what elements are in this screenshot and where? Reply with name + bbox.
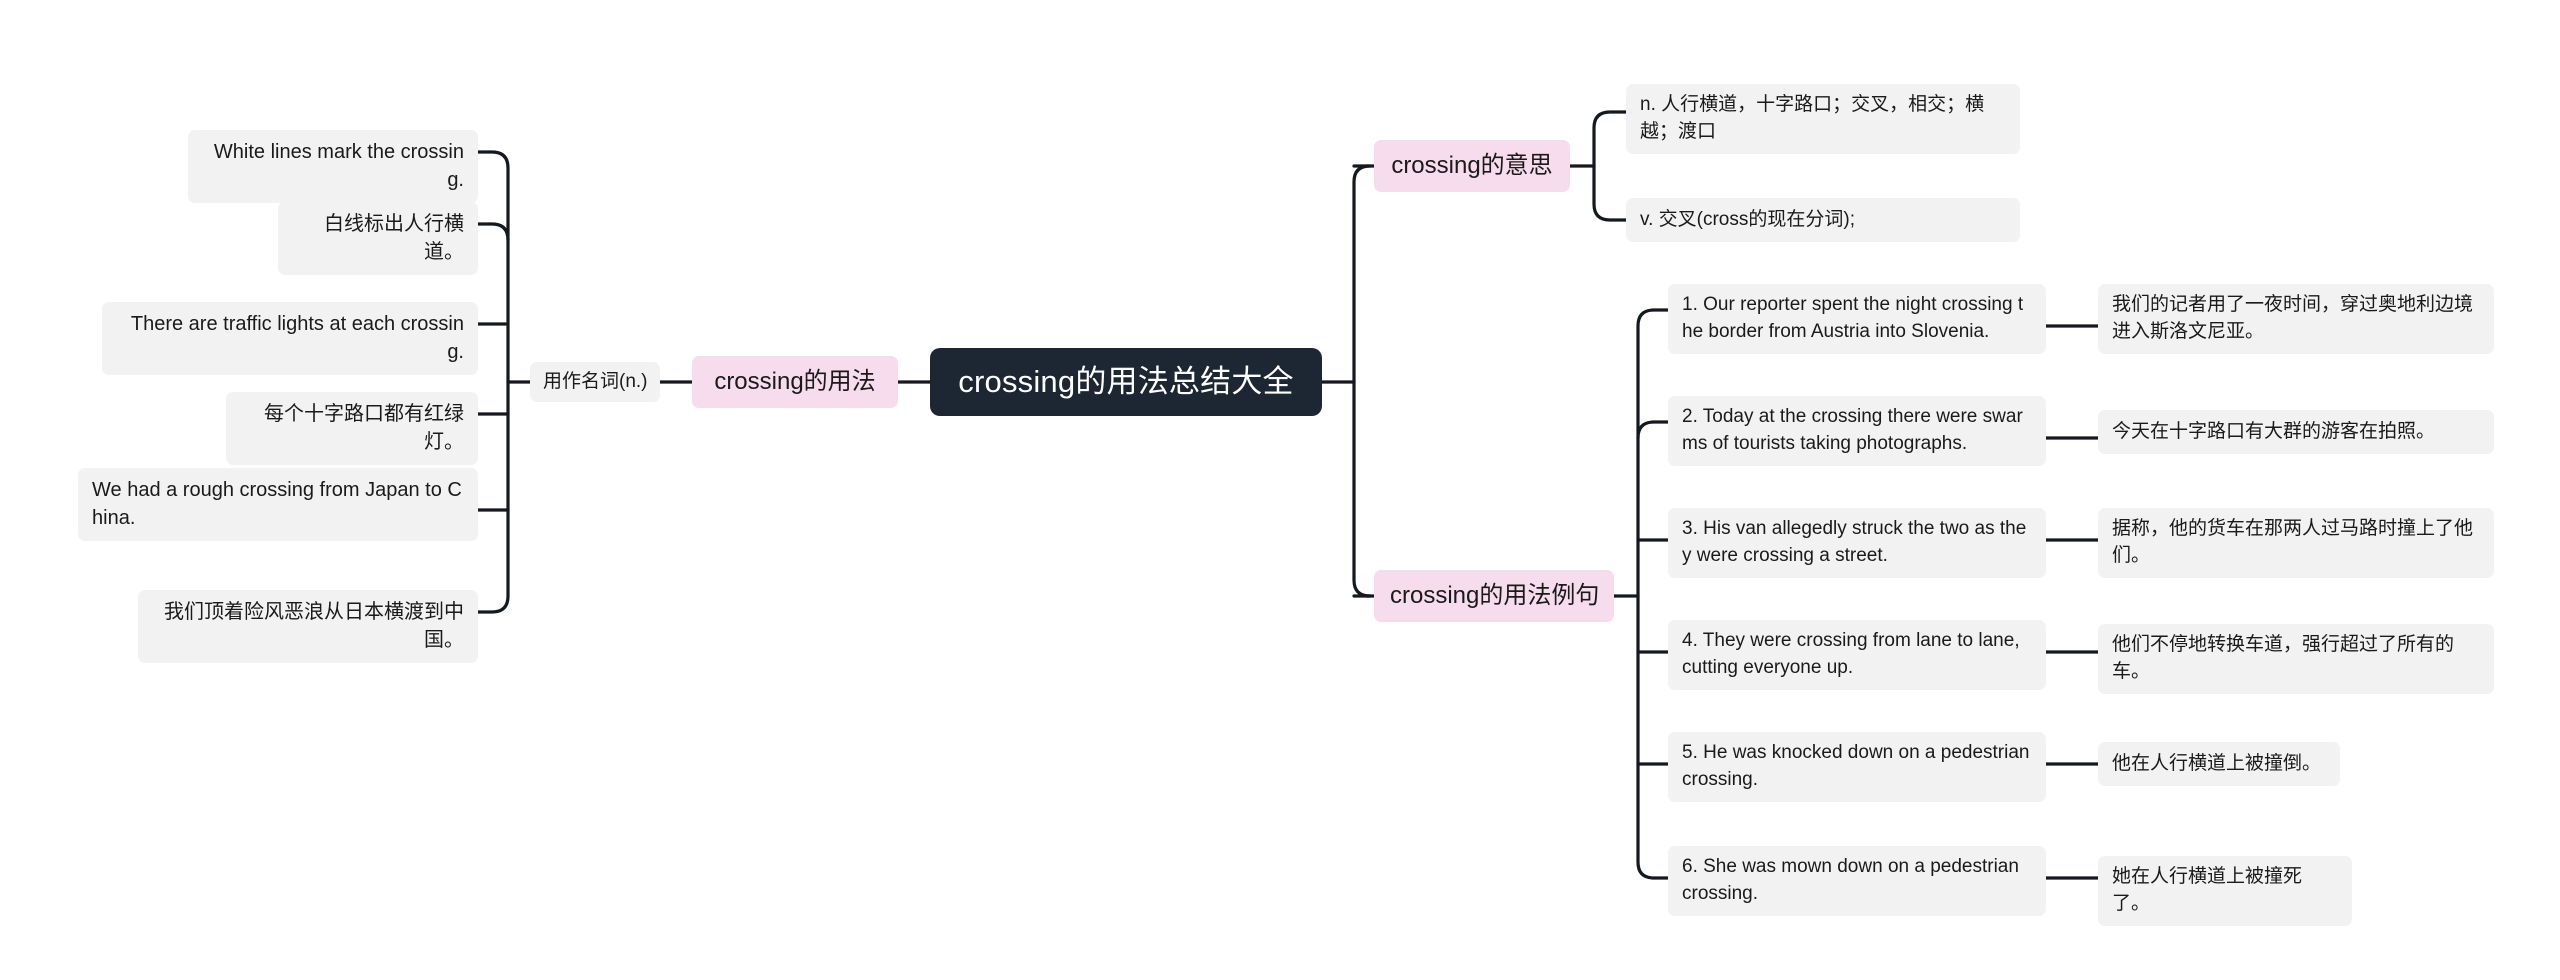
example-node-en-1[interactable]: 1. Our reporter spent the night crossing… bbox=[1668, 284, 2046, 354]
connector-spine-to-examples bbox=[1352, 380, 1372, 598]
example-node-zh-4-text: 他们不停地转换车道，强行超过了所有的车。 bbox=[2112, 634, 2455, 682]
leaf-node-meaning-verb[interactable]: v. 交叉(cross的现在分词); bbox=[1626, 198, 2020, 242]
connector-example-2 bbox=[1636, 420, 1670, 440]
leaf-node-meaning-verb-text: v. 交叉(cross的现在分词); bbox=[1640, 208, 1855, 230]
subbranch-node-noun-usage-label: 用作名词(n.) bbox=[543, 370, 648, 392]
example-node-zh-5[interactable]: 他在人行横道上被撞倒。 bbox=[2098, 742, 2340, 786]
leaf-node-usage-4[interactable]: 每个十字路口都有红绿灯。 bbox=[226, 392, 478, 465]
branch-node-examples-label: crossing的用法例句 bbox=[1390, 582, 1600, 610]
leaf-node-usage-2[interactable]: 白线标出人行横道。 bbox=[278, 202, 478, 275]
leaf-node-meaning-noun[interactable]: n. 人行横道，十字路口；交叉，相交；横越；渡口 bbox=[1626, 84, 2020, 154]
leaf-node-meaning-noun-text: n. 人行横道，十字路口；交叉，相交；横越；渡口 bbox=[1640, 94, 1985, 142]
connector-left-leaf-1 bbox=[476, 150, 510, 384]
leaf-node-usage-3-text: There are traffic lights at each crossin… bbox=[130, 313, 464, 364]
leaf-node-usage-1-text: White lines mark the crossing. bbox=[213, 141, 464, 192]
leaf-node-usage-5-text: We had a rough crossing from Japan to Ch… bbox=[92, 479, 462, 530]
example-node-en-2[interactable]: 2. Today at the crossing there were swar… bbox=[1668, 396, 2046, 466]
example-node-zh-1-text: 我们的记者用了一夜时间，穿过奥地利边境进入斯洛文尼亚。 bbox=[2112, 294, 2474, 342]
example-node-en-5-text: 5. He was knocked down on a pedestrian c… bbox=[1682, 742, 2035, 790]
leaf-node-usage-6-text: 我们顶着险风恶浪从日本横渡到中国。 bbox=[164, 601, 464, 652]
connector-spine-to-meaning bbox=[1352, 164, 1372, 384]
subbranch-node-noun-usage[interactable]: 用作名词(n.) bbox=[530, 362, 660, 402]
example-node-zh-6[interactable]: 她在人行横道上被撞死了。 bbox=[2098, 856, 2352, 926]
branch-node-meaning[interactable]: crossing的意思 bbox=[1374, 140, 1570, 192]
example-node-zh-2-text: 今天在十字路口有大群的游客在拍照。 bbox=[2112, 420, 2436, 442]
example-node-zh-2[interactable]: 今天在十字路口有大群的游客在拍照。 bbox=[2098, 410, 2494, 454]
example-node-en-3-text: 3. His van allegedly struck the two as t… bbox=[1682, 518, 2027, 566]
example-node-zh-6-text: 她在人行横道上被撞死了。 bbox=[2112, 866, 2303, 914]
mindmap-canvas: crossing的用法总结大全 crossing的用法 用作名词(n.) Whi… bbox=[0, 0, 2560, 980]
connector-left-leaf-6 bbox=[476, 380, 510, 614]
connector-example-6 bbox=[1636, 594, 1670, 880]
example-node-en-6[interactable]: 6. She was mown down on a pedestrian cro… bbox=[1668, 846, 2046, 916]
example-node-en-1-text: 1. Our reporter spent the night crossing… bbox=[1682, 294, 2024, 342]
leaf-node-usage-5[interactable]: We had a rough crossing from Japan to Ch… bbox=[78, 468, 478, 541]
connector-left-leaf-2 bbox=[476, 222, 510, 242]
example-node-zh-1[interactable]: 我们的记者用了一夜时间，穿过奥地利边境进入斯洛文尼亚。 bbox=[2098, 284, 2494, 354]
example-node-en-5[interactable]: 5. He was knocked down on a pedestrian c… bbox=[1668, 732, 2046, 802]
example-node-zh-5-text: 他在人行横道上被撞倒。 bbox=[2112, 752, 2322, 774]
example-node-en-4-text: 4. They were crossing from lane to lane,… bbox=[1682, 630, 2025, 678]
example-node-zh-4[interactable]: 他们不停地转换车道，强行超过了所有的车。 bbox=[2098, 624, 2494, 694]
connector-meaning-leaf-2 bbox=[1592, 164, 1628, 222]
root-node-label: crossing的用法总结大全 bbox=[958, 363, 1294, 399]
example-node-zh-3[interactable]: 据称，他的货车在那两人过马路时撞上了他们。 bbox=[2098, 508, 2494, 578]
branch-node-usage-label: crossing的用法 bbox=[714, 368, 876, 396]
leaf-node-usage-1[interactable]: White lines mark the crossing. bbox=[188, 130, 478, 203]
leaf-node-usage-6[interactable]: 我们顶着险风恶浪从日本横渡到中国。 bbox=[138, 590, 478, 663]
leaf-node-usage-3[interactable]: There are traffic lights at each crossin… bbox=[102, 302, 478, 375]
branch-node-examples[interactable]: crossing的用法例句 bbox=[1374, 570, 1614, 622]
example-node-en-6-text: 6. She was mown down on a pedestrian cro… bbox=[1682, 856, 2025, 904]
branch-node-usage[interactable]: crossing的用法 bbox=[692, 356, 898, 408]
connector-example-1 bbox=[1636, 308, 1670, 598]
leaf-node-usage-2-text: 白线标出人行横道。 bbox=[324, 213, 464, 264]
example-node-en-4[interactable]: 4. They were crossing from lane to lane,… bbox=[1668, 620, 2046, 690]
example-node-en-2-text: 2. Today at the crossing there were swar… bbox=[1682, 406, 2023, 454]
root-node[interactable]: crossing的用法总结大全 bbox=[930, 348, 1322, 416]
example-node-zh-3-text: 据称，他的货车在那两人过马路时撞上了他们。 bbox=[2112, 518, 2474, 566]
branch-node-meaning-label: crossing的意思 bbox=[1391, 152, 1553, 180]
leaf-node-usage-4-text: 每个十字路口都有红绿灯。 bbox=[264, 403, 464, 454]
example-node-en-3[interactable]: 3. His van allegedly struck the two as t… bbox=[1668, 508, 2046, 578]
connector-meaning-leaf-1 bbox=[1592, 110, 1628, 168]
